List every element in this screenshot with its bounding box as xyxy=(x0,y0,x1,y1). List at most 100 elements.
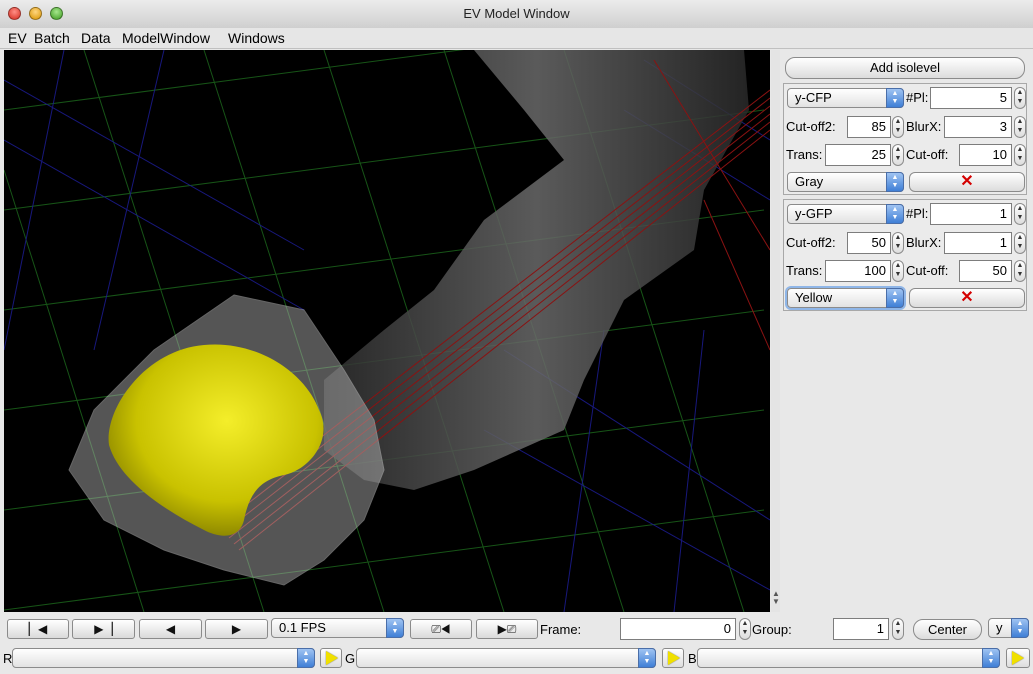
blurx-field[interactable]: 3 xyxy=(944,116,1012,138)
menu-windows[interactable]: Windows xyxy=(228,30,285,46)
blurx-label: BlurX: xyxy=(906,235,942,250)
play-icon xyxy=(1012,651,1024,665)
color-select[interactable]: Yellow ▲ ▼ xyxy=(787,288,904,308)
fps-value: 0.1 FPS xyxy=(279,620,326,635)
fps-select[interactable]: 0.1 FPS ▲ ▼ xyxy=(271,618,404,638)
g-channel-play-button[interactable] xyxy=(662,648,684,668)
window-title: EV Model Window xyxy=(463,6,570,21)
channel-value: y-CFP xyxy=(795,90,832,105)
play-backward-button[interactable]: ⎚◀ xyxy=(410,619,472,639)
step-forward-icon: ▶ xyxy=(231,622,242,636)
cutoff-field[interactable]: 50 xyxy=(959,260,1012,282)
cutoff2-label: Cut-off2: xyxy=(786,119,836,134)
isolevel-group-2: y-GFP ▲ ▼ #Pl: 1 ▲ ▼ Cut-off2: 50 ▲ ▼ BlurX… xyxy=(783,199,1027,311)
color-select[interactable]: Gray ▲ ▼ xyxy=(787,172,904,192)
first-frame-button[interactable]: ▏◀ xyxy=(7,619,69,639)
menu-bar: EV Batch Data ModelWindow Windows xyxy=(0,28,1033,49)
r-channel-select[interactable]: ▲ ▼ xyxy=(12,648,315,668)
x-delete-icon: ✕ xyxy=(960,173,974,190)
trans-field[interactable]: 100 xyxy=(825,260,891,282)
channel-select[interactable]: y-GFP ▲ ▼ xyxy=(787,204,904,224)
skip-last-icon: ▶▕ xyxy=(94,622,113,636)
add-isolevel-button[interactable]: Add isolevel xyxy=(785,57,1025,79)
cutoff-stepper[interactable]: ▲ ▼ xyxy=(1014,260,1026,282)
chevron-updown-icon: ▲ ▼ xyxy=(386,618,404,638)
scroll-arrows-icon[interactable]: ▲ ▼ xyxy=(772,590,780,606)
menu-modelwindow[interactable]: ModelWindow xyxy=(122,30,210,46)
model-render xyxy=(4,50,770,612)
next-frame-button[interactable]: ▶ xyxy=(205,619,268,639)
b-channel-select[interactable]: ▲ ▼ xyxy=(697,648,1000,668)
x-delete-icon: ✕ xyxy=(960,289,974,306)
trans-label: Trans: xyxy=(786,263,823,278)
blurx-stepper[interactable]: ▲ ▼ xyxy=(1014,232,1026,254)
trans-label: Trans: xyxy=(786,147,823,162)
group-field[interactable]: 1 xyxy=(833,618,889,640)
g-channel-select[interactable]: ▲ ▼ xyxy=(356,648,656,668)
step-back-icon: ◀ xyxy=(165,622,176,636)
play-icon xyxy=(668,651,680,665)
playback-controls: ▏◀ ▶▕ ◀ ▶ 0.1 FPS ▲ ▼ ⎚◀ ▶⎚ Frame: 0 ▲ ▼ G… xyxy=(0,613,1033,674)
b-channel-play-button[interactable] xyxy=(1006,648,1030,668)
axis-select[interactable]: y ▲ ▼ xyxy=(988,618,1029,638)
cutoff2-label: Cut-off2: xyxy=(786,235,836,250)
blurx-stepper[interactable]: ▲ ▼ xyxy=(1014,116,1026,138)
channel-value: y-GFP xyxy=(795,206,833,221)
pl-stepper[interactable]: ▲ ▼ xyxy=(1014,203,1026,225)
chevron-updown-icon: ▲ ▼ xyxy=(638,648,656,668)
channel-select[interactable]: y-CFP ▲ ▼ xyxy=(787,88,904,108)
model-3d-viewport[interactable] xyxy=(4,50,770,612)
cutoff2-stepper[interactable]: ▲ ▼ xyxy=(892,232,904,254)
film-backward-icon: ⎚◀ xyxy=(431,622,451,636)
cutoff2-field[interactable]: 50 xyxy=(847,232,891,254)
menu-ev[interactable]: EV xyxy=(8,30,27,46)
pl-stepper[interactable]: ▲ ▼ xyxy=(1014,87,1026,109)
last-frame-button[interactable]: ▶▕ xyxy=(72,619,135,639)
axis-value: y xyxy=(996,620,1003,635)
chevron-updown-icon: ▲ ▼ xyxy=(886,288,904,308)
frame-label: Frame: xyxy=(540,622,582,637)
trans-stepper[interactable]: ▲ ▼ xyxy=(892,260,904,282)
color-value: Gray xyxy=(795,174,824,189)
title-bar: EV Model Window xyxy=(0,0,1033,29)
cutoff-label: Cut-off: xyxy=(906,263,949,278)
group-label: Group: xyxy=(752,622,792,637)
group-stepper[interactable]: ▲ ▼ xyxy=(892,618,904,640)
blurx-label: BlurX: xyxy=(906,119,942,134)
chevron-updown-icon: ▲ ▼ xyxy=(297,648,315,668)
pl-label: #Pl: xyxy=(906,90,929,105)
center-button[interactable]: Center xyxy=(913,619,982,640)
cutoff2-stepper[interactable]: ▲ ▼ xyxy=(892,116,904,138)
cutoff-field[interactable]: 10 xyxy=(959,144,1012,166)
skip-first-icon: ▏◀ xyxy=(28,622,48,636)
chevron-updown-icon: ▲ ▼ xyxy=(886,172,904,192)
film-forward-icon: ▶⎚ xyxy=(497,622,517,636)
previous-frame-button[interactable]: ◀ xyxy=(139,619,202,639)
play-icon xyxy=(326,651,338,665)
pl-field[interactable]: 5 xyxy=(930,87,1012,109)
menu-batch[interactable]: Batch xyxy=(34,30,70,46)
blurx-field[interactable]: 1 xyxy=(944,232,1012,254)
frame-stepper[interactable]: ▲ ▼ xyxy=(739,618,751,640)
delete-isolevel-button[interactable]: ✕ xyxy=(909,172,1025,192)
chevron-updown-icon: ▲ ▼ xyxy=(1011,618,1029,638)
play-forward-button[interactable]: ▶⎚ xyxy=(476,619,538,639)
b-channel-label: B xyxy=(688,651,697,666)
g-channel-label: G xyxy=(345,651,356,666)
cutoff-label: Cut-off: xyxy=(906,147,949,162)
r-channel-label: R xyxy=(3,651,13,666)
delete-isolevel-button[interactable]: ✕ xyxy=(909,288,1025,308)
chevron-updown-icon: ▲ ▼ xyxy=(886,88,904,108)
menu-data[interactable]: Data xyxy=(81,30,111,46)
pl-field[interactable]: 1 xyxy=(930,203,1012,225)
trans-stepper[interactable]: ▲ ▼ xyxy=(892,144,904,166)
cutoff2-field[interactable]: 85 xyxy=(847,116,891,138)
r-channel-play-button[interactable] xyxy=(320,648,342,668)
viewport-scrollbar[interactable]: ▲ ▼ xyxy=(771,50,780,612)
color-value: Yellow xyxy=(795,290,833,305)
frame-field[interactable]: 0 xyxy=(620,618,736,640)
trans-field[interactable]: 25 xyxy=(825,144,891,166)
cutoff-stepper[interactable]: ▲ ▼ xyxy=(1014,144,1026,166)
chevron-updown-icon: ▲ ▼ xyxy=(886,204,904,224)
isolevel-group-1: y-CFP ▲ ▼ #Pl: 5 ▲ ▼ Cut-off2: 85 ▲ ▼ BlurX… xyxy=(783,83,1027,195)
